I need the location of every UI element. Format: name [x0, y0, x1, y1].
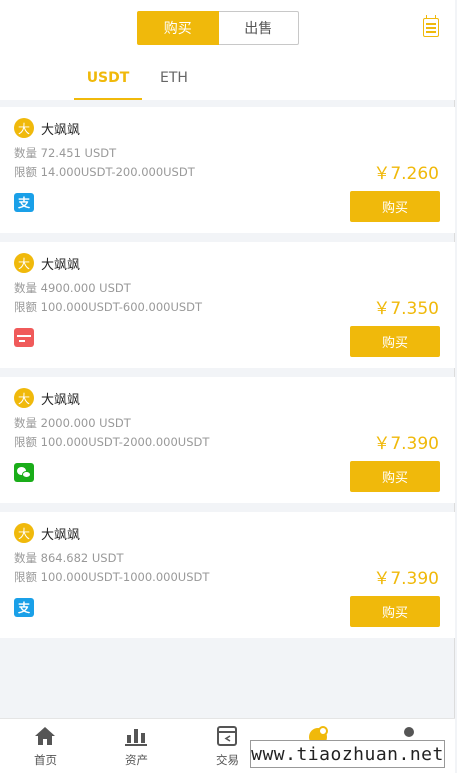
buy-segment-button[interactable]: 购买	[137, 11, 219, 45]
order-card: 大 大飒飒 数量 4900.000 USDT 限额 100.000USDT-60…	[0, 242, 455, 368]
quantity-line: 数量 72.451 USDT	[14, 145, 116, 161]
quantity-value: 4900.000 USDT	[40, 281, 131, 295]
limit-label: 限额	[14, 300, 37, 314]
quantity-value: 2000.000 USDT	[40, 416, 131, 430]
buy-button[interactable]: 购买	[350, 191, 440, 222]
tab-eth[interactable]: ETH	[148, 64, 200, 100]
quantity-label: 数量	[14, 146, 37, 160]
buy-button[interactable]: 购买	[350, 596, 440, 627]
bank-card-icon	[14, 328, 34, 347]
order-card: 大 大飒飒 数量 864.682 USDT 限额 100.000USDT-100…	[0, 512, 455, 638]
order-list-icon[interactable]	[423, 15, 439, 37]
quantity-value: 72.451 USDT	[40, 146, 117, 160]
quantity-label: 数量	[14, 281, 37, 295]
order-card: 大 大飒飒 数量 72.451 USDT 限额 14.000USDT-200.0…	[0, 107, 455, 233]
price: ￥7.350	[373, 299, 439, 319]
nav-item-assets[interactable]: 资产	[91, 719, 182, 773]
merchant-name: 大飒飒	[41, 528, 81, 543]
avatar: 大	[14, 118, 34, 138]
quantity-value: 864.682 USDT	[40, 551, 124, 565]
price: ￥7.260	[373, 164, 439, 184]
nav-label-home: 首页	[34, 753, 57, 767]
assets-icon	[125, 729, 147, 746]
avatar: 大	[14, 523, 34, 543]
top-bar: 购买 出售 USDT ETH	[0, 0, 455, 100]
screen: 购买 出售 USDT ETH 大 大飒飒 数量 72.451 USDT 限额 1…	[0, 0, 455, 773]
limit-line: 限额 100.000USDT-1000.000USDT	[14, 569, 209, 585]
sell-segment-button[interactable]: 出售	[218, 11, 299, 45]
trade-icon	[217, 726, 237, 746]
watermark: www.tiaozhuan.net	[250, 740, 445, 768]
limit-line: 限额 14.000USDT-200.000USDT	[14, 164, 195, 180]
limit-value: 100.000USDT-1000.000USDT	[40, 570, 210, 584]
merchant-name: 大飒飒	[41, 393, 81, 408]
merchant-name: 大飒飒	[41, 258, 81, 273]
limit-value: 100.000USDT-600.000USDT	[40, 300, 203, 314]
price: ￥7.390	[373, 434, 439, 454]
alipay-icon: 支	[14, 598, 34, 617]
home-icon	[35, 727, 55, 745]
wechat-icon	[14, 463, 34, 482]
avatar: 大	[14, 253, 34, 273]
nav-label-assets: 资产	[125, 753, 148, 767]
limit-value: 100.000USDT-2000.000USDT	[40, 435, 210, 449]
limit-label: 限额	[14, 570, 37, 584]
quantity-label: 数量	[14, 551, 37, 565]
limit-value: 14.000USDT-200.000USDT	[40, 165, 195, 179]
quantity-line: 数量 864.682 USDT	[14, 550, 123, 566]
nav-item-home[interactable]: 首页	[0, 719, 91, 773]
quantity-line: 数量 2000.000 USDT	[14, 415, 131, 431]
order-card: 大 大飒飒 数量 2000.000 USDT 限额 100.000USDT-20…	[0, 377, 455, 503]
limit-label: 限额	[14, 435, 37, 449]
quantity-label: 数量	[14, 416, 37, 430]
quantity-line: 数量 4900.000 USDT	[14, 280, 131, 296]
buy-sell-switch: 购买 出售	[137, 11, 299, 45]
limit-label: 限额	[14, 165, 37, 179]
buy-button[interactable]: 购买	[350, 461, 440, 492]
limit-line: 限额 100.000USDT-600.000USDT	[14, 299, 202, 315]
price: ￥7.390	[373, 569, 439, 589]
merchant-name: 大飒飒	[41, 123, 81, 138]
avatar: 大	[14, 388, 34, 408]
buy-button[interactable]: 购买	[350, 326, 440, 357]
coin-tabs: USDT ETH	[0, 64, 455, 100]
limit-line: 限额 100.000USDT-2000.000USDT	[14, 434, 209, 450]
alipay-icon: 支	[14, 193, 34, 212]
tab-usdt[interactable]: USDT	[74, 64, 142, 100]
